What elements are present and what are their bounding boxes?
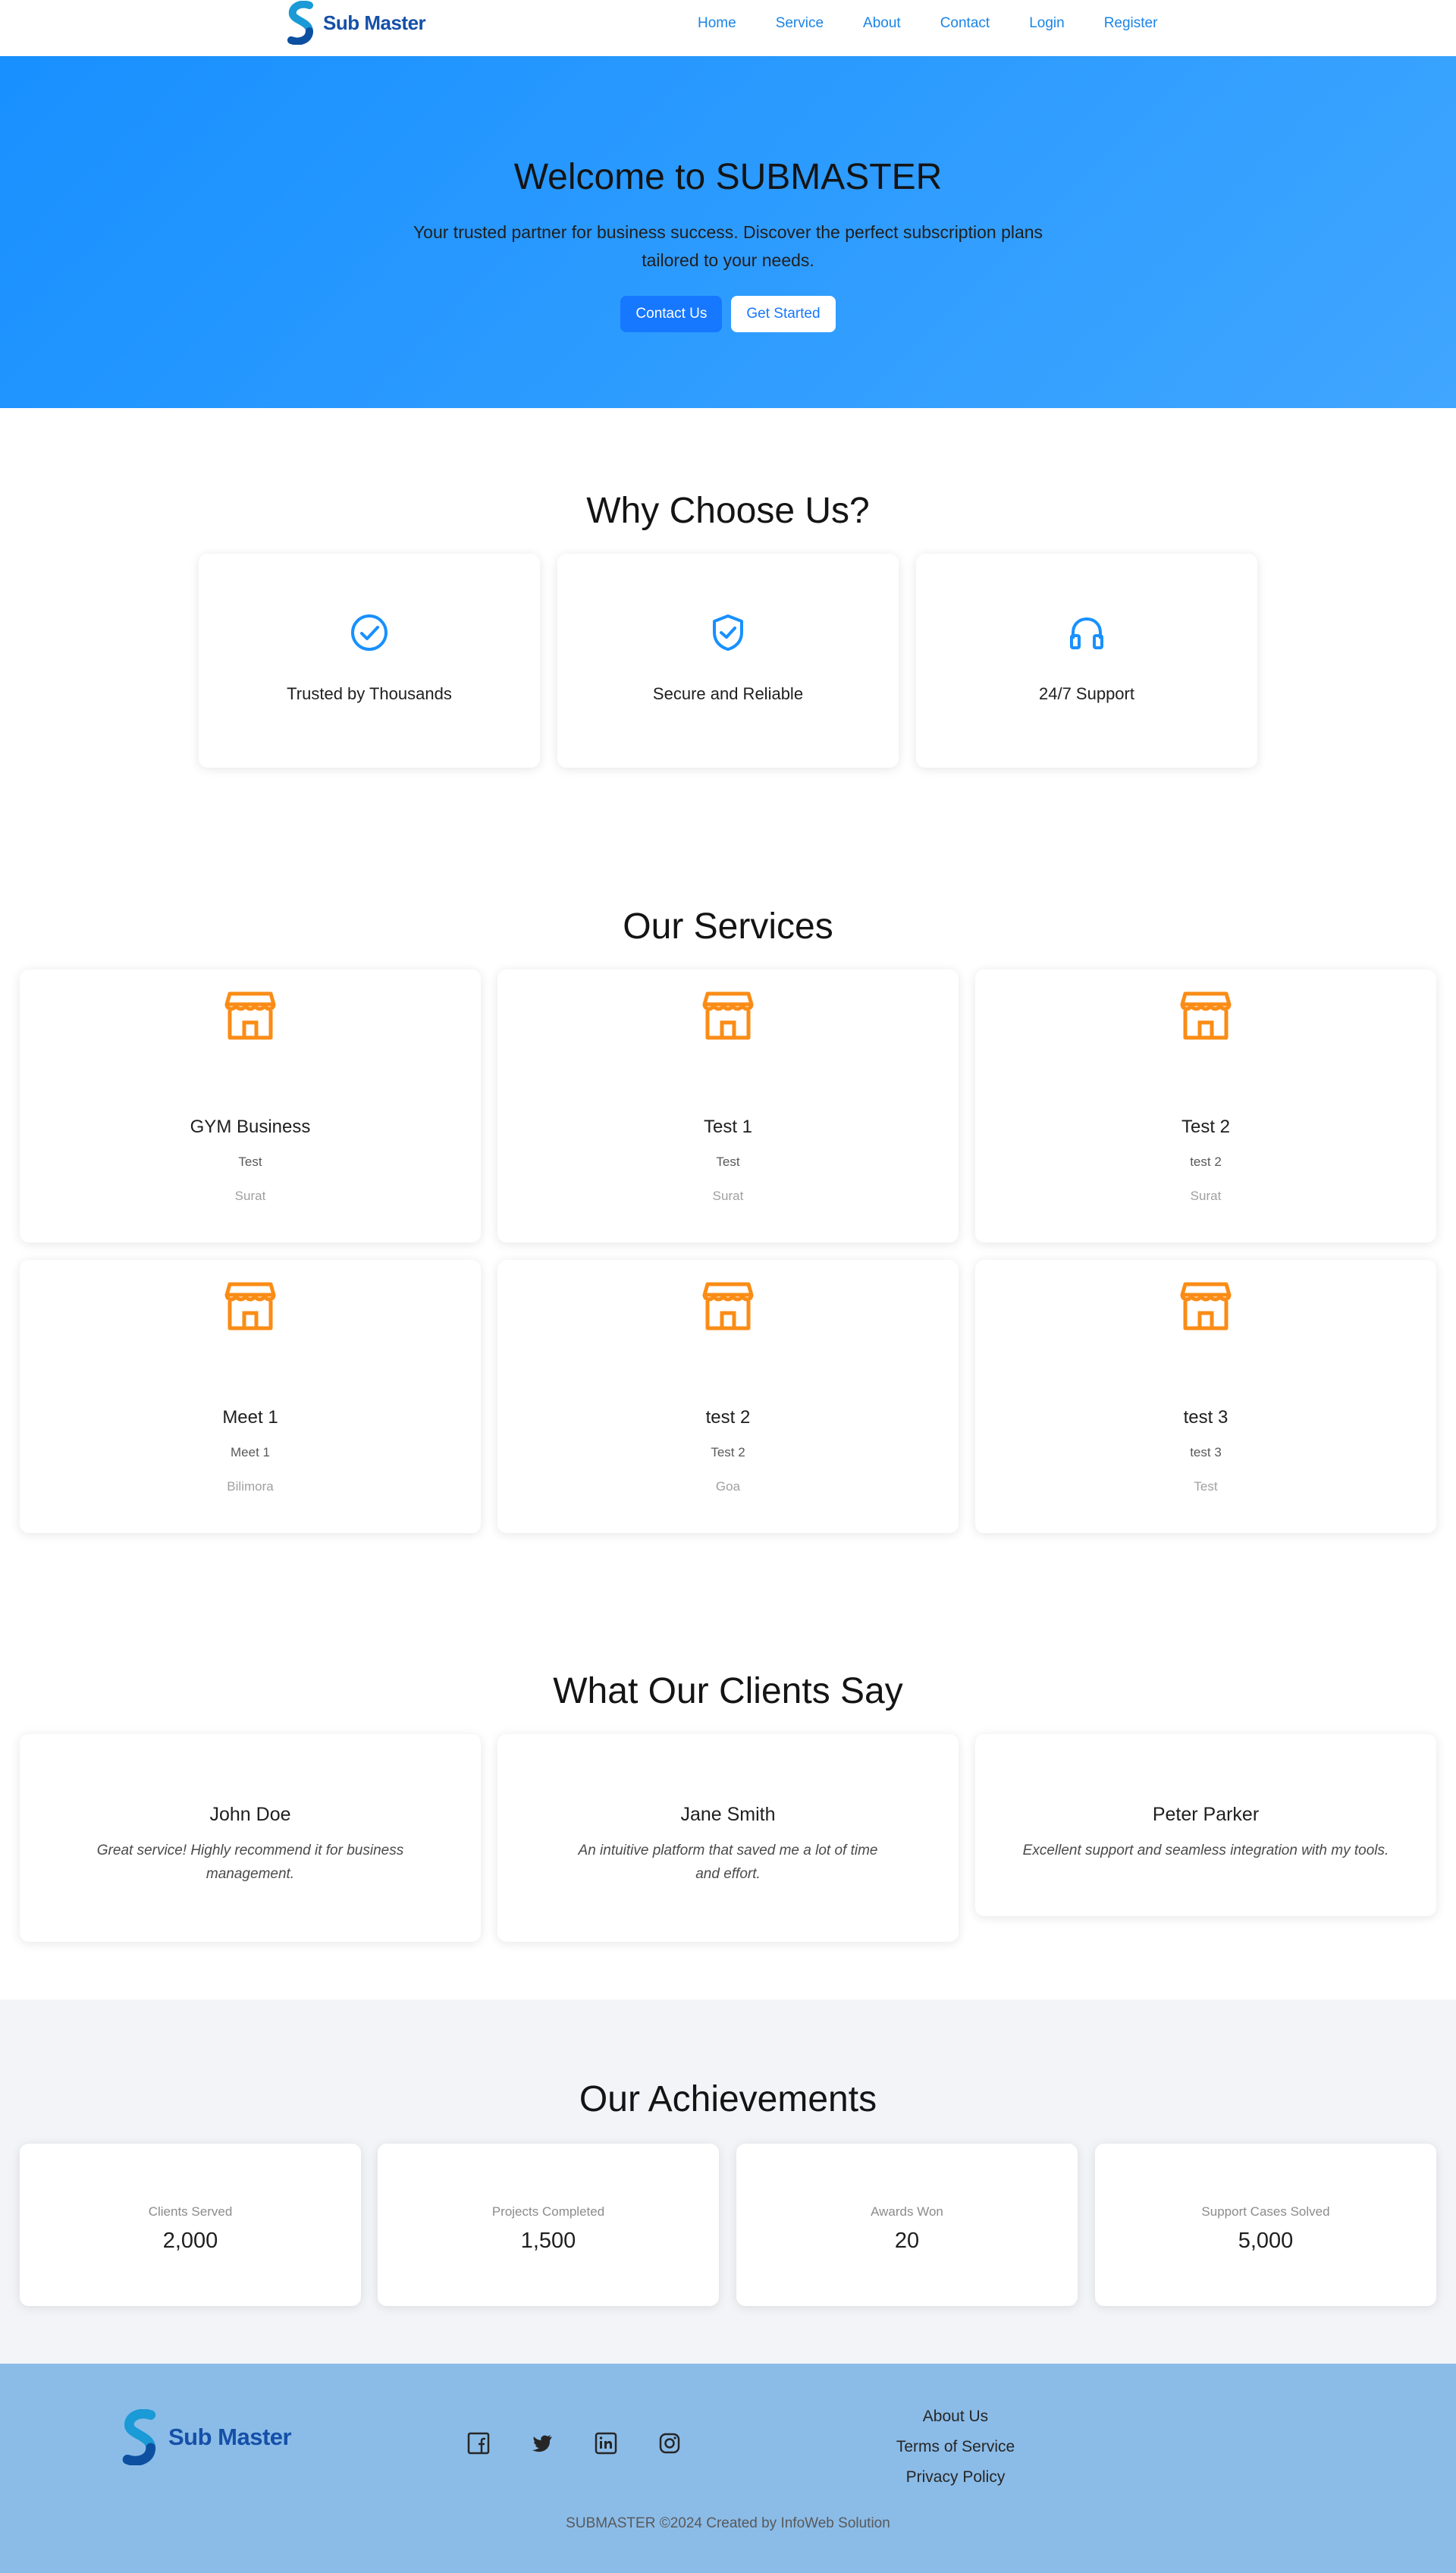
testimonials-title: What Our Clients Say [553,1671,903,1711]
service-location: Surat [234,1189,266,1203]
footer-link-privacy[interactable]: Privacy Policy [834,2462,1077,2493]
service-title: Meet 1 [222,1407,278,1428]
achievement-value: 2,000 [162,2229,218,2253]
nav-about[interactable]: About [863,15,901,32]
footer-brand-name: Sub Master [168,2424,292,2450]
linkedin-icon[interactable] [593,2430,619,2456]
achievement-value: 5,000 [1238,2229,1294,2253]
twitter-icon[interactable] [529,2430,555,2456]
sub-master-logo-icon [122,2409,156,2465]
service-description: Meet 1 [231,1445,270,1459]
footer-link-terms[interactable]: Terms of Service [834,2432,1077,2462]
achievement-label: Support Cases Solved [1201,2204,1330,2219]
shield-check-icon [713,614,743,651]
footer-link-about-us[interactable]: About Us [834,2402,1077,2432]
hero-section: Welcome to SUBMASTER Your trusted partne… [0,56,1456,408]
service-title: Test 2 [1181,1117,1231,1137]
nav-home[interactable]: Home [698,15,736,32]
why-label: Trusted by Thousands [287,684,452,703]
shop-icon [224,1282,276,1330]
achievement-value: 20 [894,2229,920,2253]
why-card: Trusted by Thousands [199,554,540,768]
achievement-label: Projects Completed [491,2204,605,2219]
achievements-title: Our Achievements [579,2079,877,2119]
shop-icon [1180,1282,1232,1330]
service-title: Test 1 [703,1117,753,1137]
testimonial-card: John Doe Great service! Highly recommend… [20,1734,481,1942]
testimonial-card: Peter Parker Excellent support and seaml… [975,1734,1436,1916]
footer-links: About Us Terms of Service Privacy Policy [834,2402,1077,2493]
service-description: test 2 [1190,1155,1222,1169]
service-location: Bilimora [227,1479,274,1494]
testimonial-name: Jane Smith [680,1804,776,1825]
achievement-label: Clients Served [148,2204,233,2219]
hero-subtitle: Your trusted partner for business succes… [413,222,1043,270]
shop-icon [1180,991,1232,1040]
why-card: 24/7 Support [916,554,1257,768]
service-location: Goa [715,1479,741,1494]
service-description: Test 2 [711,1445,745,1459]
hero-buttons: Contact Us Get Started [0,296,1456,332]
shop-icon [702,991,754,1040]
services-title: Our Services [623,906,833,947]
service-card[interactable]: GYM Business Test Surat [20,969,481,1243]
achievement-card: Support Cases Solved 5,000 [1095,2144,1436,2306]
instagram-icon[interactable] [657,2430,682,2456]
why-label: 24/7 Support [1039,684,1134,703]
achievement-label: Awards Won [871,2204,943,2219]
navbar: Sub Master Home Service About Contact Lo… [0,0,1456,56]
headphones-icon [1070,617,1103,649]
service-card[interactable]: Test 1 Test Surat [497,969,959,1243]
why-label: Secure and Reliable [652,684,804,703]
achievement-card: Awards Won 20 [736,2144,1078,2306]
contact-us-button[interactable]: Contact Us [620,296,723,332]
nav-contact[interactable]: Contact [940,15,990,32]
service-description: Test [716,1155,740,1169]
check-circle-icon [351,614,388,651]
shop-icon [224,991,276,1040]
testimonial-quote: Excellent support and seamless integrati… [1022,1843,1389,1858]
service-card[interactable]: Test 2 test 2 Surat [975,969,1436,1243]
service-description: test 3 [1190,1445,1222,1459]
brand-logo[interactable]: Sub Master [287,0,426,46]
footer: Sub Master About Us Terms of Service Pri… [0,2364,1456,2573]
nav-login[interactable]: Login [1029,15,1065,32]
facebook-icon[interactable] [466,2430,491,2456]
testimonial-name: John Doe [209,1804,291,1825]
service-title: GYM Business [190,1117,311,1137]
shop-icon [702,1282,754,1330]
service-card[interactable]: Meet 1 Meet 1 Bilimora [20,1260,481,1533]
social-links [466,2430,682,2456]
get-started-button[interactable]: Get Started [731,296,836,332]
hero-title: Welcome to SUBMASTER [513,157,943,197]
why-card: Secure and Reliable [557,554,899,768]
testimonial-card: Jane Smith An intuitive platform that sa… [497,1734,959,1942]
why-title: Why Choose Us? [586,491,870,531]
service-description: Test [238,1155,262,1169]
footer-brand-logo[interactable]: Sub Master [121,2409,292,2465]
testimonial-name: Peter Parker [1152,1804,1260,1825]
achievement-value: 1,500 [520,2229,576,2253]
testimonial-quote: Great service! Highly recommend it for b… [96,1843,404,1882]
nav-service[interactable]: Service [776,15,824,32]
main-nav: Home Service About Contact Login Registe… [698,15,1197,32]
achievement-card: Clients Served 2,000 [20,2144,361,2306]
achievement-card: Projects Completed 1,500 [378,2144,719,2306]
service-card[interactable]: test 3 test 3 Test [975,1260,1436,1533]
brand-name: Sub Master [323,11,426,34]
sub-master-logo-icon [287,1,314,45]
service-location: Test [1194,1479,1218,1494]
testimonial-quote: An intuitive platform that saved me a lo… [578,1843,878,1882]
service-title: test 3 [1183,1407,1228,1428]
copyright-text: SUBMASTER ©2024 Created by InfoWeb Solut… [566,2515,890,2531]
service-card[interactable]: test 2 Test 2 Goa [497,1260,959,1533]
service-location: Surat [1190,1189,1222,1203]
service-location: Surat [712,1189,744,1203]
service-title: test 2 [705,1407,751,1428]
nav-register[interactable]: Register [1104,15,1158,32]
